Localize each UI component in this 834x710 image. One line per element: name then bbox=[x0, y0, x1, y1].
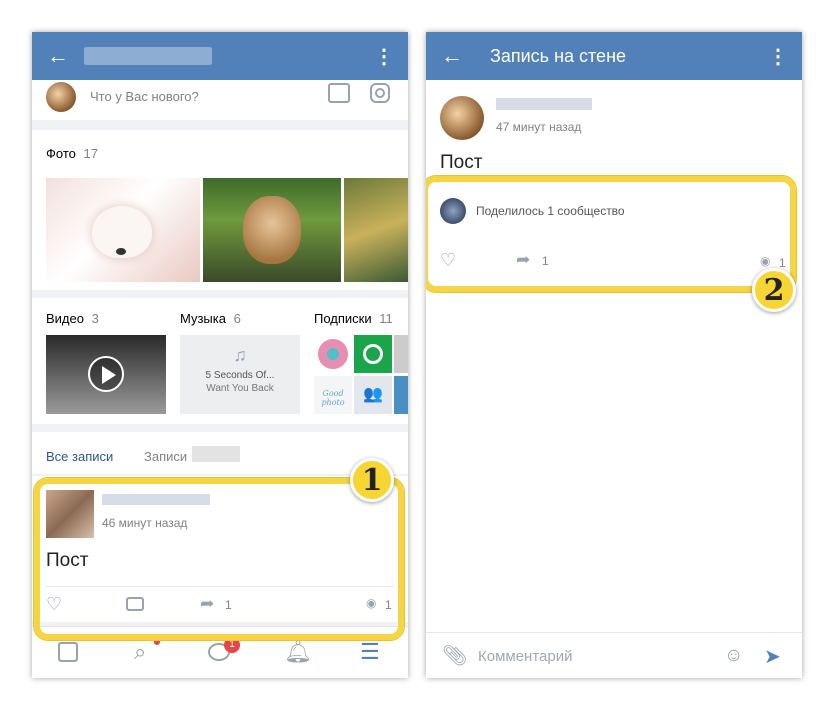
paperclip-icon[interactable]: 📎︎ bbox=[442, 643, 467, 668]
subscription-green[interactable] bbox=[354, 335, 392, 373]
tab-name-blurred bbox=[192, 446, 240, 462]
music-track-tile[interactable]: ♫ 5 Seconds Of... Want You Back bbox=[180, 335, 300, 414]
play-icon bbox=[88, 356, 124, 392]
subscriptions-label: Подписки bbox=[314, 311, 372, 326]
good-photo-text: Good photo bbox=[321, 389, 345, 407]
highlight-frame-1 bbox=[34, 478, 404, 640]
photo-thumbnail-cub[interactable] bbox=[203, 178, 341, 282]
author-name-blurred[interactable] bbox=[496, 98, 592, 110]
post-time: 47 минут назад bbox=[496, 120, 582, 134]
back-arrow-icon[interactable]: ← bbox=[32, 43, 84, 69]
step-badge-2: 2 bbox=[752, 268, 796, 312]
track-title: 5 Seconds Of... bbox=[205, 370, 275, 381]
music-label: Музыка bbox=[180, 311, 226, 326]
photo-thumbnail-flowers[interactable] bbox=[344, 178, 408, 282]
video-thumbnail[interactable] bbox=[46, 335, 166, 414]
subscription-partial[interactable] bbox=[394, 335, 408, 373]
comment-input[interactable]: Комментарий bbox=[478, 648, 572, 665]
search-icon[interactable]: ⌕ bbox=[134, 639, 146, 665]
photos-count: 17 bbox=[83, 146, 98, 161]
media-section: Видео 3 Музыка 6 ♫ 5 Seconds Of... Want … bbox=[32, 298, 408, 424]
highlight-frame-2 bbox=[426, 176, 796, 292]
subscription-donut[interactable] bbox=[314, 335, 352, 373]
more-menu-icon[interactable]: ⋮ bbox=[374, 44, 394, 69]
photo-attach-icon[interactable] bbox=[328, 83, 350, 103]
step-badge-1: 1 bbox=[350, 458, 394, 502]
music-note-icon: ♫ bbox=[233, 345, 247, 365]
music-header[interactable]: Музыка 6 bbox=[180, 311, 241, 326]
tab-own-posts[interactable]: Записи bbox=[144, 449, 187, 464]
app-bar: ← ⋮ bbox=[32, 32, 408, 80]
subscription-good-photo[interactable]: Good photo bbox=[314, 376, 352, 414]
videos-header[interactable]: Видео 3 bbox=[46, 311, 99, 326]
photos-label: Фото bbox=[46, 146, 76, 161]
users-icon[interactable]: 👥 bbox=[354, 376, 392, 414]
photos-header[interactable]: Фото 17 bbox=[46, 146, 98, 161]
left-phone-screen: ← ⋮ Что у Вас нового? Фото 17 Видео 3 Му… bbox=[32, 32, 408, 678]
camera-icon[interactable] bbox=[370, 83, 390, 103]
profile-name-blurred bbox=[84, 47, 212, 65]
avatar bbox=[46, 82, 76, 112]
comment-bar: 📎︎ Комментарий ☺ ➤ bbox=[426, 632, 802, 678]
post-text: Пост bbox=[440, 152, 483, 173]
right-phone-screen: ← Запись на стене ⋮ 47 минут назад Пост … bbox=[426, 32, 802, 678]
bell-icon[interactable]: 🔔︎ bbox=[284, 639, 312, 665]
menu-icon[interactable]: ☰ bbox=[360, 639, 380, 665]
videos-count: 3 bbox=[91, 311, 99, 326]
videos-label: Видео bbox=[46, 311, 84, 326]
subscription-partial-2[interactable] bbox=[394, 376, 408, 414]
music-count: 6 bbox=[233, 311, 241, 326]
author-avatar[interactable] bbox=[440, 96, 484, 140]
send-icon[interactable]: ➤ bbox=[764, 644, 781, 669]
photos-section: Фото 17 bbox=[32, 130, 408, 290]
page-title: Запись на стене bbox=[490, 45, 627, 66]
wall-tabs: Все записи Записи bbox=[32, 432, 408, 474]
composer-placeholder[interactable]: Что у Вас нового? bbox=[90, 89, 199, 104]
back-arrow-icon[interactable]: ← bbox=[426, 43, 478, 69]
emoji-icon[interactable]: ☺ bbox=[724, 645, 743, 667]
subscriptions-count: 11 bbox=[379, 311, 393, 326]
post-composer[interactable]: Что у Вас нового? bbox=[32, 80, 408, 120]
track-artist: Want You Back bbox=[206, 383, 274, 394]
subscriptions-header[interactable]: Подписки 11 bbox=[314, 311, 393, 326]
photo-thumbnail-fox[interactable] bbox=[46, 178, 200, 282]
more-menu-icon[interactable]: ⋮ bbox=[768, 44, 788, 69]
news-icon[interactable] bbox=[58, 642, 78, 662]
app-bar: ← Запись на стене ⋮ bbox=[426, 32, 802, 80]
tab-all-posts[interactable]: Все записи bbox=[46, 449, 113, 464]
